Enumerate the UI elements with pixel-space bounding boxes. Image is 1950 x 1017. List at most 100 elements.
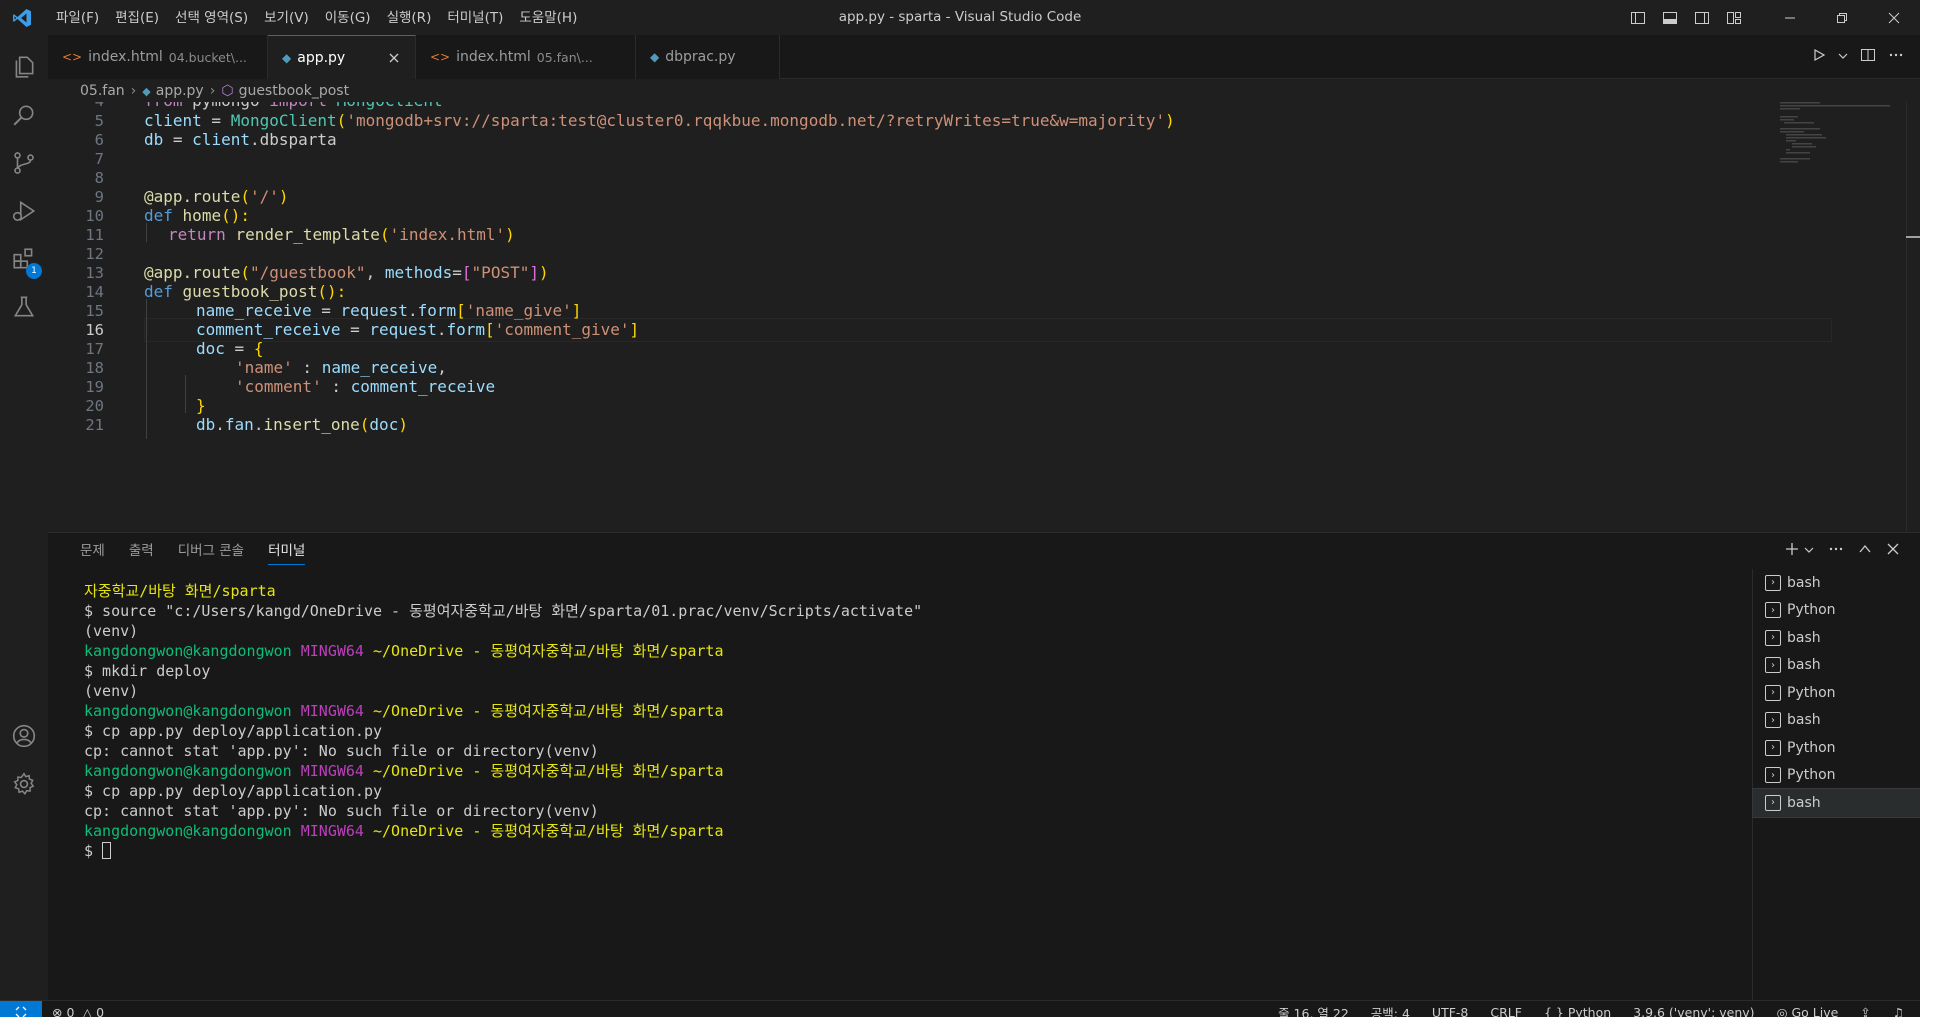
status-problems[interactable]: ⊗ 0 △ 0: [52, 1001, 104, 1017]
breadcrumb-file[interactable]: ◆ app.py: [142, 83, 203, 99]
terminal-prompt-line: kangdongwon@kangdongwon MINGW64 ~/OneDri…: [84, 702, 724, 720]
close-tab-icon[interactable]: [385, 49, 403, 67]
python-interpreter[interactable]: 3.9.6 ('venv': venv): [1633, 1005, 1754, 1017]
new-terminal-icon[interactable]: [1784, 541, 1800, 561]
remote-indicator-icon[interactable]: [0, 1001, 42, 1017]
toggle-secondary-sidebar-icon[interactable]: [1686, 0, 1718, 35]
tab-problems[interactable]: 문제: [68, 533, 117, 569]
chevron-right-icon: ›: [130, 83, 137, 99]
explorer-icon[interactable]: [0, 43, 48, 91]
html-icon: <>: [430, 50, 451, 64]
broadcast-icon: ◎: [1776, 1004, 1792, 1017]
terminal-list-item[interactable]: › Python: [1753, 762, 1920, 790]
terminal-icon: ›: [1765, 712, 1781, 729]
search-icon[interactable]: [0, 91, 48, 139]
customize-layout-icon[interactable]: [1718, 0, 1750, 35]
terminal-list-item[interactable]: › Python: [1753, 734, 1920, 762]
breadcrumb-symbol-label: guestbook_post: [238, 83, 350, 99]
terminal-line: (venv): [84, 682, 139, 700]
chevron-down-icon[interactable]: [1838, 50, 1848, 65]
source-control-icon[interactable]: [0, 139, 48, 187]
tab-label: app.py: [297, 49, 346, 66]
terminal-line: (venv): [84, 622, 139, 640]
maximize-panel-icon[interactable]: [1858, 542, 1872, 560]
testing-icon[interactable]: [0, 283, 48, 331]
extensions-icon[interactable]: 1: [0, 235, 48, 283]
menu-help[interactable]: 도움말(H): [511, 6, 585, 30]
terminal-list-item[interactable]: › bash: [1753, 569, 1920, 597]
terminal-icon: ›: [1765, 684, 1781, 701]
terminal-list: › bash › Python › bash › bash › Python › bash …: [1752, 569, 1920, 1001]
tab-debug-console[interactable]: 디버그 콘솔: [166, 533, 256, 569]
close-panel-icon[interactable]: [1886, 542, 1900, 560]
menu-file[interactable]: 파일(F): [48, 6, 107, 30]
end-of-line[interactable]: CRLF: [1490, 1005, 1522, 1017]
method-symbol-icon: ⬡: [221, 83, 234, 99]
terminal-line: $ cp app.py deploy/application.py: [84, 722, 383, 740]
minimap[interactable]: [1780, 102, 1900, 182]
terminal-list-item-active[interactable]: › bash: [1752, 788, 1920, 818]
tab-output[interactable]: 출력: [117, 533, 166, 569]
feedback-icon[interactable]: ⇪: [1860, 1005, 1870, 1017]
error-count: 0: [66, 1004, 75, 1017]
tab-label: index.html: [456, 49, 531, 65]
vscode-logo-icon[interactable]: [0, 0, 44, 35]
terminal-line: $ source "c:/Users/kangd/OneDrive - 동평여자…: [84, 602, 923, 620]
settings-gear-icon[interactable]: [0, 760, 48, 808]
menu-run[interactable]: 실행(R): [379, 6, 440, 30]
minimize-button[interactable]: [1764, 0, 1816, 35]
terminal-list-item[interactable]: › bash: [1753, 707, 1920, 735]
go-live-button[interactable]: ◎ Go Live: [1777, 1005, 1839, 1017]
close-window-button[interactable]: [1868, 0, 1920, 35]
terminal-list-item[interactable]: › Python: [1753, 597, 1920, 625]
toggle-panel-icon[interactable]: [1654, 0, 1686, 35]
menu-go[interactable]: 이동(G): [317, 6, 379, 30]
run-debug-icon[interactable]: [0, 187, 48, 235]
tab-dbprac-py[interactable]: ◆ dbprac.py: [636, 35, 780, 79]
status-bar: ⊗ 0 △ 0 줄 16, 열 22 공백: 4 UTF-8 CRLF { } …: [0, 1000, 1920, 1017]
warning-count: 0: [96, 1004, 105, 1017]
terminal-list-item[interactable]: › bash: [1753, 624, 1920, 652]
menu-terminal[interactable]: 터미널(T): [439, 6, 511, 30]
braces-icon: { }: [1543, 1004, 1568, 1017]
language-mode[interactable]: { } Python: [1544, 1005, 1611, 1017]
tab-index-html-bucket[interactable]: <> index.html 04.bucket\...: [48, 35, 268, 79]
tab-app-py[interactable]: ◆ app.py: [268, 35, 416, 79]
warning-icon: △: [82, 1004, 93, 1017]
terminal-prompt-line: kangdongwon@kangdongwon MINGW64 ~/OneDri…: [84, 642, 724, 660]
indentation[interactable]: 공백: 4: [1371, 1003, 1410, 1017]
more-actions-icon[interactable]: [1888, 47, 1904, 67]
toggle-primary-sidebar-icon[interactable]: [1622, 0, 1654, 35]
breadcrumb-folder[interactable]: 05.fan: [80, 83, 125, 99]
status-right: 줄 16, 열 22 공백: 4 UTF-8 CRLF { } Python 3…: [1278, 1001, 1904, 1017]
tab-index-html-fan[interactable]: <> index.html 05.fan\...: [416, 35, 636, 79]
terminal-input-line[interactable]: $: [84, 841, 1424, 861]
menu-selection[interactable]: 선택 영역(S): [167, 6, 256, 30]
restore-button[interactable]: [1816, 0, 1868, 35]
code-line: 'comment' : comment_receive: [235, 377, 496, 396]
breadcrumb-symbol[interactable]: ⬡ guestbook_post: [221, 83, 349, 99]
encoding[interactable]: UTF-8: [1432, 1005, 1468, 1017]
menu-view[interactable]: 보기(V): [256, 6, 317, 30]
run-python-file-icon[interactable]: [1812, 48, 1826, 66]
tab-terminal[interactable]: 터미널: [256, 533, 317, 569]
editor-vertical-scrollbar[interactable]: [1906, 102, 1920, 532]
menu-edit[interactable]: 편집(E): [107, 6, 167, 30]
code-editor[interactable]: 4 5 6 7 8 9 10 11 12 13 14 15 16 17 18 1…: [48, 102, 1920, 532]
chevron-down-icon[interactable]: [1804, 544, 1814, 559]
more-actions-icon[interactable]: [1828, 541, 1844, 561]
breadcrumb-file-label: app.py: [155, 83, 204, 99]
terminal-output[interactable]: 자중학교/바탕 화면/sparta $ source "c:/Users/kan…: [84, 581, 1424, 981]
editor-actions: [1812, 35, 1904, 79]
notifications-bell-icon[interactable]: ♫: [1893, 1005, 1904, 1017]
line-number: 21: [85, 416, 104, 434]
python-icon: ◆: [142, 84, 151, 98]
terminal-list-item[interactable]: › bash: [1753, 652, 1920, 680]
terminal-list-item[interactable]: › Python: [1753, 679, 1920, 707]
terminal-icon: ›: [1765, 767, 1781, 784]
terminal-line: 자중학교/바탕 화면/sparta: [84, 582, 276, 600]
split-editor-icon[interactable]: [1860, 47, 1876, 67]
cursor-position[interactable]: 줄 16, 열 22: [1278, 1003, 1349, 1017]
tab-description: 04.bucket\...: [168, 49, 247, 65]
account-icon[interactable]: [0, 712, 48, 760]
